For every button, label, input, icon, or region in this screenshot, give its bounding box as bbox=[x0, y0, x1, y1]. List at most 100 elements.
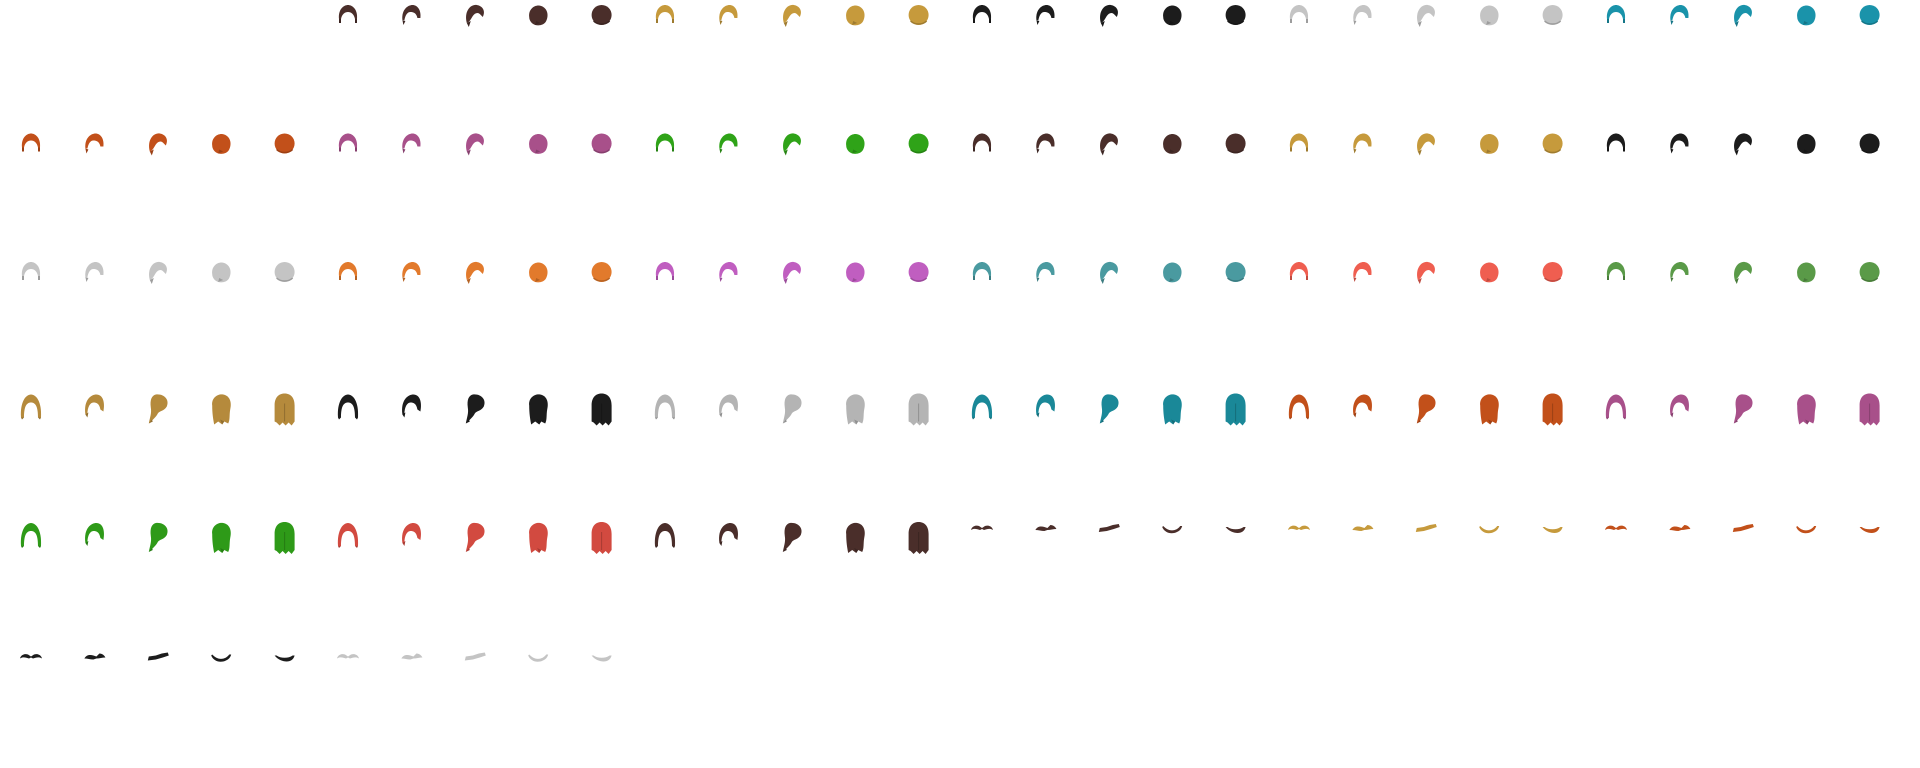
hair-sprite-icon bbox=[1859, 133, 1880, 154]
hair-sprite-icon bbox=[1289, 133, 1309, 152]
hair-sprite-icon bbox=[21, 133, 41, 152]
hair-sprite-icon bbox=[908, 5, 929, 25]
hair-sprite-icon bbox=[1289, 5, 1309, 23]
hair-sprite-icon bbox=[1669, 525, 1691, 531]
hair-sprite-icon bbox=[1036, 5, 1055, 25]
hair-sprite-icon bbox=[402, 394, 422, 418]
hair-sprite-icon bbox=[655, 262, 675, 280]
hair-sprite-icon bbox=[1225, 5, 1246, 25]
hair-sprite-icon bbox=[1163, 262, 1182, 283]
hair-sprite-icon bbox=[908, 522, 929, 554]
hair-sprite-icon bbox=[338, 262, 358, 280]
hair-sprite-icon bbox=[1796, 526, 1817, 534]
hair-sprite-icon bbox=[529, 394, 548, 425]
hair-sprite-icon bbox=[1353, 262, 1372, 282]
hair-sprite-icon bbox=[464, 652, 486, 661]
hair-sprite-icon bbox=[1288, 525, 1310, 530]
hair-sprite-icon bbox=[466, 261, 484, 284]
hair-sprite-icon bbox=[971, 394, 993, 420]
hair-sprite-icon bbox=[719, 394, 739, 418]
hair-sprite-icon bbox=[274, 133, 295, 154]
hair-sprite-icon bbox=[1859, 527, 1880, 533]
hair-sprite-icon bbox=[1163, 133, 1182, 154]
hair-sprite-icon bbox=[1415, 524, 1437, 532]
hair-sprite-icon bbox=[20, 654, 42, 659]
hair-sprite-icon bbox=[591, 5, 612, 25]
hair-sprite-sheet bbox=[20, 4, 1880, 662]
hair-sprite-icon bbox=[1479, 526, 1500, 534]
hair-sprite-icon bbox=[972, 133, 992, 152]
hair-sprite-icon bbox=[466, 133, 484, 156]
hair-sprite-icon bbox=[401, 653, 423, 660]
hair-sprite-icon bbox=[655, 5, 675, 23]
hair-sprite-icon bbox=[1036, 394, 1056, 418]
hair-sprite-icon bbox=[1797, 133, 1816, 154]
hair-sprite-icon bbox=[1859, 262, 1880, 282]
hair-sprite-icon bbox=[783, 133, 801, 156]
hair-sprite-icon bbox=[1416, 394, 1436, 424]
hair-sprite-icon bbox=[1542, 527, 1563, 533]
hair-sprite-icon bbox=[908, 262, 929, 282]
hair-sprite-icon bbox=[1670, 262, 1689, 282]
hair-sprite-icon bbox=[1606, 262, 1626, 280]
hair-sprite-icon bbox=[337, 523, 359, 548]
hair-sprite-icon bbox=[1480, 5, 1499, 26]
hair-sprite-icon bbox=[1605, 394, 1627, 420]
hair-sprite-icon bbox=[1100, 261, 1118, 284]
hair-sprite-icon bbox=[719, 133, 738, 154]
hair-sprite-icon bbox=[149, 133, 167, 156]
hair-sprite-icon bbox=[528, 654, 549, 662]
hair-sprite-icon bbox=[1859, 5, 1880, 25]
hair-sprite-icon bbox=[1100, 4, 1118, 27]
hair-sprite-icon bbox=[212, 522, 231, 553]
hair-sprite-icon bbox=[1797, 5, 1816, 26]
hair-sprite-icon bbox=[20, 394, 42, 420]
hair-sprite-icon bbox=[402, 133, 421, 154]
hair-sprite-icon bbox=[529, 522, 548, 553]
hair-sprite-icon bbox=[1417, 261, 1435, 284]
hair-sprite-icon bbox=[466, 4, 484, 27]
hair-sprite-icon bbox=[274, 655, 295, 662]
hair-sprite-icon bbox=[211, 654, 232, 662]
hair-sprite-icon bbox=[1670, 394, 1690, 418]
hair-sprite-icon bbox=[1225, 527, 1246, 533]
hair-sprite-icon bbox=[529, 262, 548, 283]
hair-sprite-icon bbox=[84, 653, 106, 660]
hair-sprite-icon bbox=[1733, 394, 1753, 424]
hair-sprite-icon bbox=[1542, 393, 1563, 426]
hair-sprite-icon bbox=[1098, 524, 1120, 532]
hair-sprite-icon bbox=[1417, 133, 1435, 156]
hair-sprite-icon bbox=[1289, 262, 1309, 280]
hair-sprite-icon bbox=[85, 394, 105, 418]
hair-sprite-icon bbox=[1542, 5, 1563, 25]
hair-sprite-icon bbox=[1480, 133, 1499, 154]
hair-sprite-icon bbox=[274, 393, 295, 426]
hair-sprite-icon bbox=[529, 5, 548, 26]
hair-sprite-icon bbox=[782, 522, 802, 552]
hair-sprite-icon bbox=[1099, 394, 1119, 424]
hair-sprite-icon bbox=[655, 133, 675, 152]
hair-sprite-icon bbox=[1225, 133, 1246, 154]
hair-sprite-icon bbox=[1734, 261, 1752, 284]
hair-sprite-icon bbox=[908, 393, 929, 426]
hair-sprite-icon bbox=[20, 523, 42, 548]
hair-sprite-icon bbox=[1163, 394, 1182, 425]
hair-sprite-icon bbox=[1480, 394, 1499, 425]
hair-sprite-icon bbox=[1734, 4, 1752, 27]
hair-sprite-icon bbox=[1732, 524, 1754, 532]
hair-sprite-icon bbox=[1163, 5, 1182, 26]
hair-sprite-icon bbox=[591, 393, 612, 426]
hair-sprite-icon bbox=[465, 522, 485, 552]
hair-sprite-icon bbox=[338, 5, 358, 23]
hair-sprite-icon bbox=[1480, 262, 1499, 283]
hair-sprite-icon bbox=[85, 262, 104, 282]
hair-sprite-icon bbox=[1036, 262, 1055, 282]
hair-sprite-icon bbox=[1734, 133, 1752, 156]
hair-sprite-icon bbox=[1797, 394, 1816, 425]
hair-sprite-icon bbox=[908, 133, 929, 154]
hair-sprite-icon bbox=[846, 5, 865, 26]
hair-sprite-icon bbox=[972, 5, 992, 23]
hair-sprite-icon bbox=[147, 652, 169, 661]
hair-sprite-icon bbox=[465, 394, 485, 424]
hair-sprite-icon bbox=[846, 394, 865, 425]
